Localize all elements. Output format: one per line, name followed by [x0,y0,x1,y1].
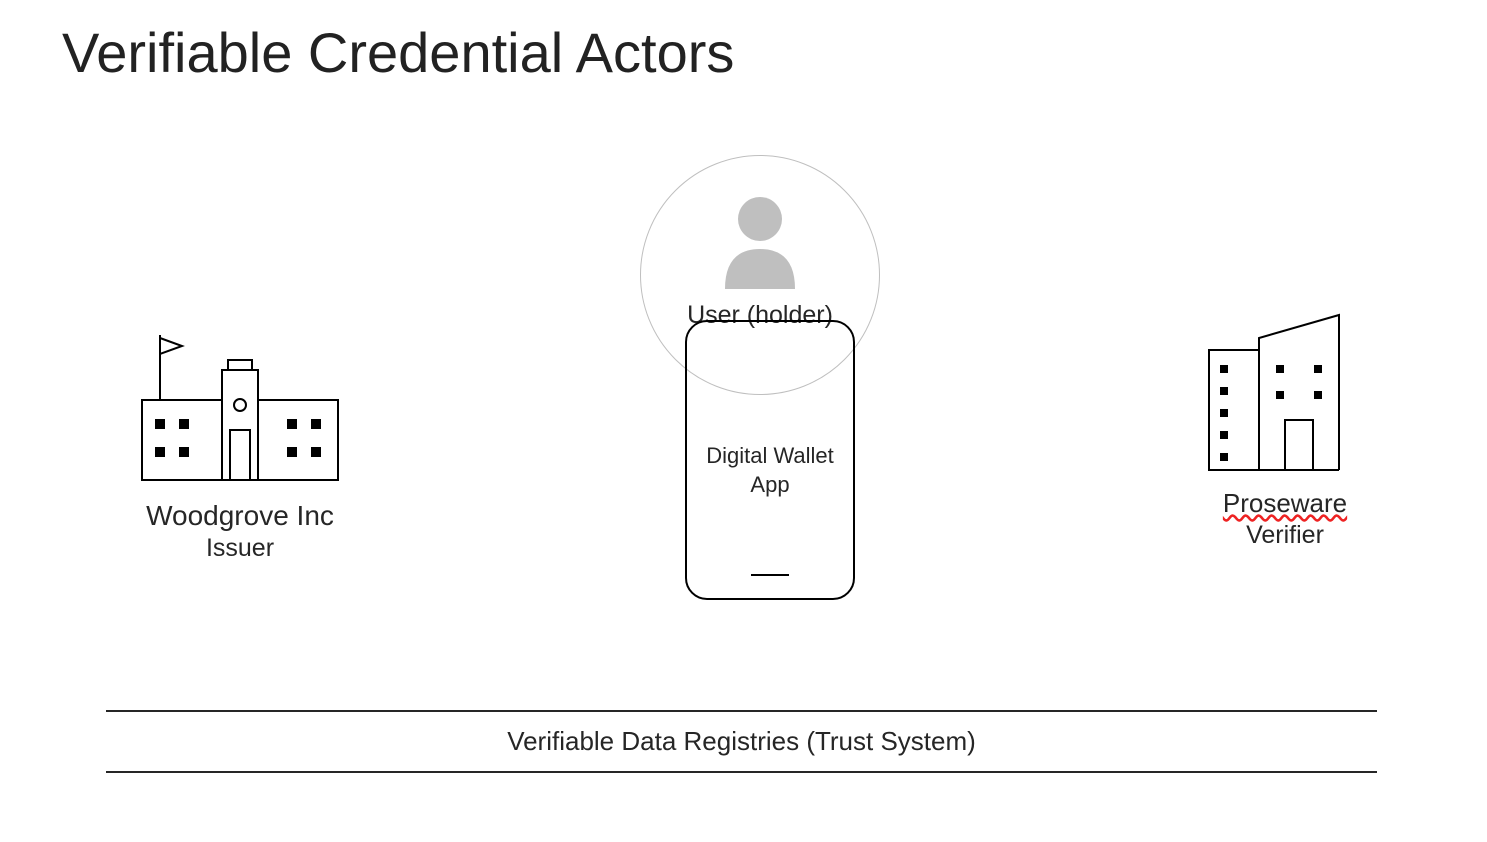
office-building-icon [1195,310,1375,480]
wallet-line1: Digital Wallet [706,443,834,468]
verifier-company-label: Proseware [1180,488,1390,519]
phone-home-indicator-icon [751,574,789,576]
registry-label: Verifiable Data Registries (Trust System… [106,712,1377,771]
issuer-role-label: Issuer [70,534,410,563]
school-building-icon [100,330,380,490]
user-icon [715,194,805,294]
wallet-app-label: Digital Wallet App [687,442,853,499]
verifier-block: Proseware Verifier [1180,310,1390,550]
verifier-role-label: Verifier [1180,521,1390,550]
registry-block: Verifiable Data Registries (Trust System… [106,710,1377,773]
divider-line-icon [106,771,1377,773]
issuer-company-label: Woodgrove Inc [70,500,410,532]
issuer-block: Woodgrove Inc Issuer [70,330,410,563]
page-title: Verifiable Credential Actors [62,20,734,85]
phone-icon: Digital Wallet App [685,320,855,600]
wallet-line2: App [750,472,789,497]
